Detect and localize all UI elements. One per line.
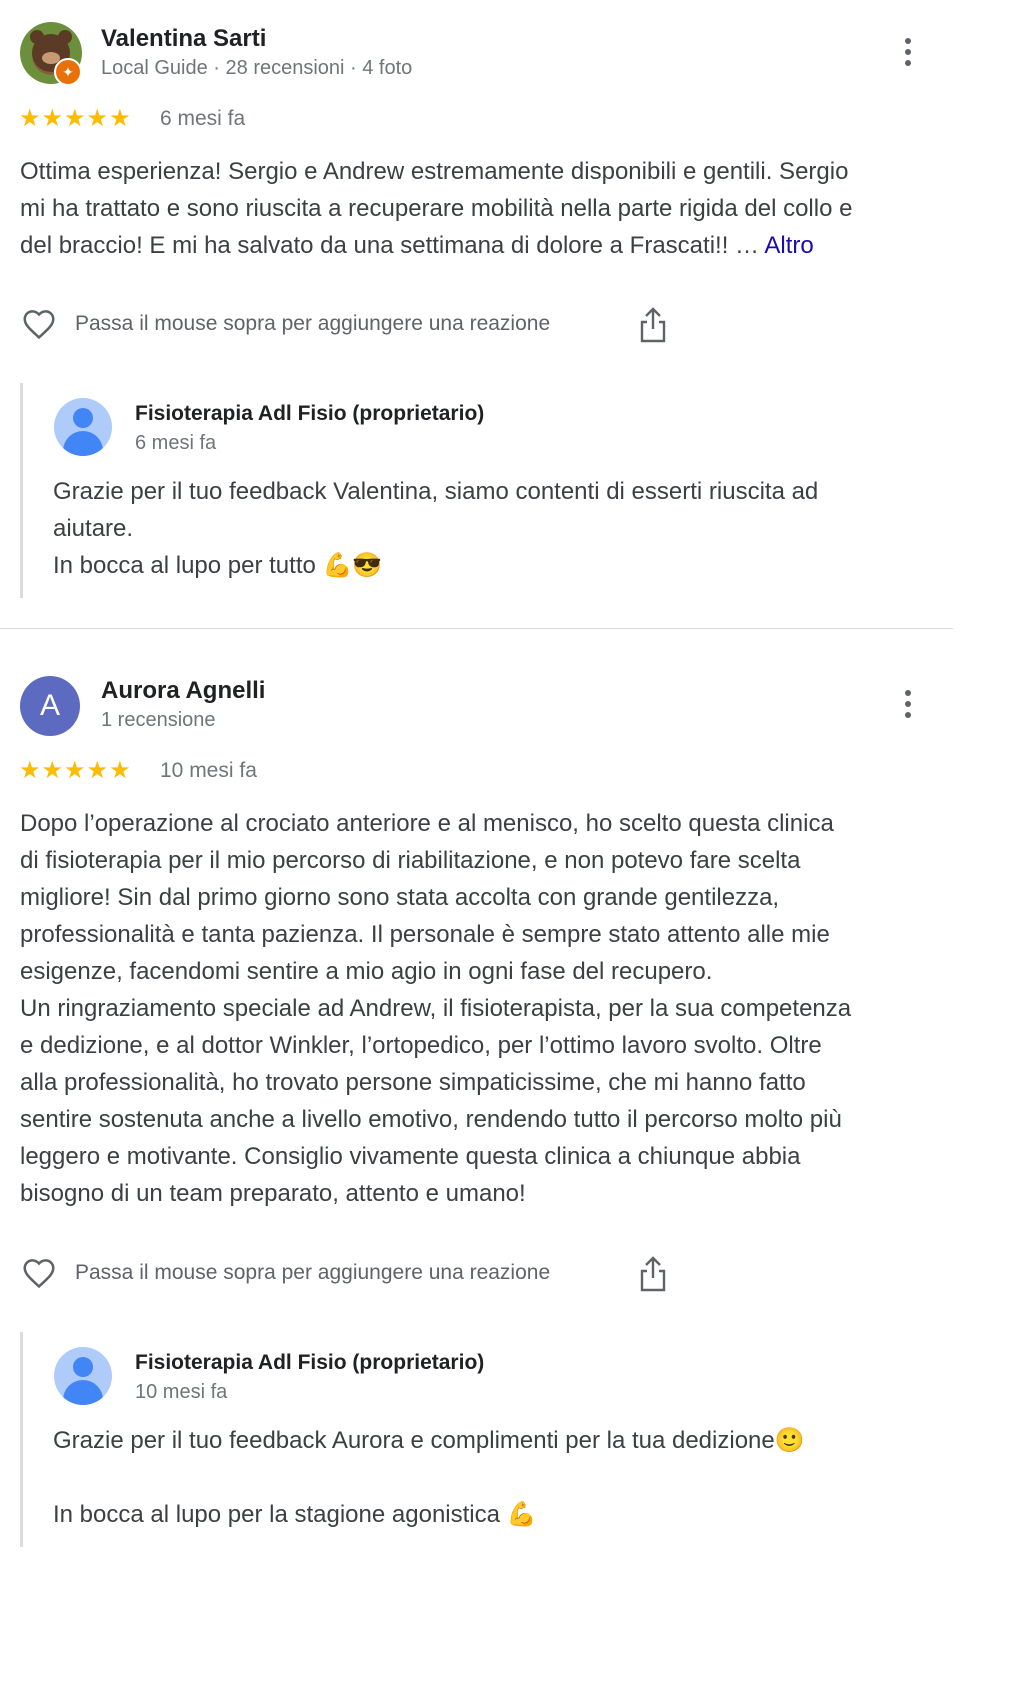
review-line: leggero e motivante. Consiglio vivamente…: [20, 1143, 801, 1170]
review-line: Dopo l’operazione al crociato anteriore …: [20, 810, 834, 837]
share-icon[interactable]: [637, 1254, 669, 1294]
owner-reply-line: [53, 1459, 933, 1496]
star-rating: ★★★★★: [19, 757, 132, 784]
share-icon[interactable]: [637, 305, 669, 345]
review-line: alla professionalità, ho trovato persone…: [20, 1069, 806, 1096]
owner-avatar[interactable]: [54, 398, 112, 456]
reaction-hint: Passa il mouse sopra per aggiungere una …: [75, 1261, 551, 1284]
review-text: Ottima esperienza! Sergio e Andrew estre…: [20, 153, 940, 264]
owner-reply-time: 10 mesi fa: [135, 1381, 228, 1403]
author-avatar[interactable]: A: [20, 676, 80, 736]
owner-reply-line: In bocca al lupo per tutto 💪😎: [53, 552, 383, 579]
review-line: bisogno di un team preparato, attento e …: [20, 1180, 526, 1207]
review-line: del braccio! E mi ha salvato da una sett…: [20, 232, 814, 259]
author-name[interactable]: Valentina Sarti: [101, 25, 266, 53]
review-line: mi ha trattato e sono riuscita a recuper…: [20, 195, 853, 222]
owner-name: Fisioterapia Adl Fisio (proprietario): [135, 1351, 485, 1374]
owner-reply-line: Grazie per il tuo feedback Valentina, si…: [53, 478, 819, 505]
owner-reply-line: In bocca al lupo per la stagione agonist…: [53, 1501, 537, 1528]
reaction-hint: Passa il mouse sopra per aggiungere una …: [75, 312, 551, 335]
owner-reply-bar: [20, 1332, 23, 1547]
more-link[interactable]: Altro: [764, 232, 813, 259]
heart-outline-icon[interactable]: [20, 1254, 58, 1292]
owner-avatar-head: [73, 1357, 93, 1377]
owner-name: Fisioterapia Adl Fisio (proprietario): [135, 402, 485, 425]
owner-reply-bar: [20, 383, 23, 598]
review-line: sentire sostenuta anche a livello emotiv…: [20, 1106, 842, 1133]
owner-reply-line: aiutare.: [53, 515, 134, 542]
author-meta[interactable]: Local Guide · 28 recensioni · 4 foto: [101, 57, 412, 80]
review-line: professionalità e tanta pazienza. Il per…: [20, 921, 830, 948]
author-name[interactable]: Aurora Agnelli: [101, 677, 265, 705]
review-line: e dedizione, e al dottor Winkler, l’orto…: [20, 1032, 822, 1059]
review-card: ✦ Valentina Sarti Local Guide · 28 recen…: [0, 0, 953, 628]
review-line: esigenze, facendomi sentire a mio agio i…: [20, 958, 713, 985]
heart-outline-icon[interactable]: [20, 305, 58, 343]
owner-reply-time: 6 mesi fa: [135, 432, 217, 454]
owner-reply-line: Grazie per il tuo feedback Aurora e comp…: [53, 1427, 805, 1454]
more-vert-icon[interactable]: [903, 690, 913, 723]
author-meta[interactable]: 1 recensione: [101, 709, 216, 732]
review-line: Un ringraziamento speciale ad Andrew, il…: [20, 995, 852, 1022]
owner-avatar-body: [63, 431, 103, 456]
review-line: di fisioterapia per il mio percorso di r…: [20, 847, 801, 874]
owner-reply-text: Grazie per il tuo feedback Aurora e comp…: [53, 1422, 933, 1533]
owner-reply-text: Grazie per il tuo feedback Valentina, si…: [53, 473, 933, 584]
review-time: 10 mesi fa: [160, 759, 257, 782]
owner-avatar-body: [63, 1380, 103, 1405]
review-line: migliore! Sin dal primo giorno sono stat…: [20, 884, 780, 911]
star-rating: ★★★★★: [19, 105, 132, 132]
more-vert-icon[interactable]: [903, 38, 913, 71]
review-time: 6 mesi fa: [160, 107, 246, 130]
review-text: Dopo l’operazione al crociato anteriore …: [20, 805, 940, 1212]
owner-avatar-head: [73, 408, 93, 428]
review-line: Ottima esperienza! Sergio e Andrew estre…: [20, 158, 849, 185]
owner-avatar[interactable]: [54, 1347, 112, 1405]
local-guide-badge-icon: ✦: [54, 58, 82, 86]
